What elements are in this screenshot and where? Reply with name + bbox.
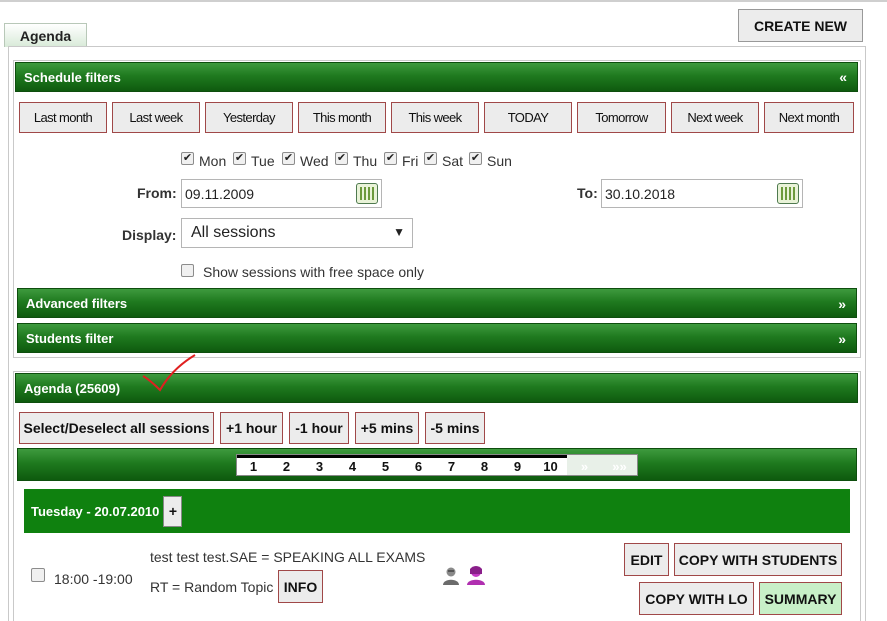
checkbox[interactable]: ✔ — [469, 151, 482, 165]
period-button[interactable]: Last week — [112, 102, 200, 133]
agenda-title: Agenda (25609) — [24, 380, 121, 396]
weekday-checkbox-mon[interactable]: ✔ Mon — [181, 147, 226, 169]
calendar-icon[interactable] — [777, 183, 799, 204]
weekday-checkbox-wed[interactable]: ✔ Wed — [282, 147, 329, 169]
page-link[interactable]: 8 — [468, 455, 501, 475]
pagination: 1 2 3 4 5 6 7 8 9 10»»» — [236, 454, 638, 476]
dropdown-arrow-icon: ▼ — [393, 225, 405, 239]
period-button[interactable]: Last month — [19, 102, 107, 133]
summary-button[interactable]: SUMMARY — [759, 582, 842, 615]
display-select[interactable]: All sessions ▼ — [181, 218, 413, 248]
plus-1-hour-button[interactable]: +1 hour — [220, 412, 283, 444]
day-group-title: Tuesday - 20.07.2010 — [31, 503, 160, 519]
minus-1-hour-button[interactable]: -1 hour — [289, 412, 349, 444]
checkbox[interactable]: ✔ — [335, 151, 348, 165]
checkbox[interactable]: ✔ — [424, 151, 437, 165]
teacher-icon[interactable] — [441, 566, 461, 586]
weekday-checkbox-sun[interactable]: ✔ Sun — [469, 147, 512, 169]
add-session-button[interactable]: + — [163, 495, 183, 527]
copy-with-lo-button[interactable]: COPY WITH LO — [639, 582, 754, 615]
weekday-label: Wed — [300, 153, 329, 169]
schedule-filters-title: Schedule filters — [24, 69, 121, 85]
weekday-checkbox-tue[interactable]: ✔ Tue — [233, 147, 275, 169]
students-filter-header[interactable]: Students filter » — [17, 323, 857, 353]
calendar-icon[interactable] — [356, 183, 378, 204]
period-button[interactable]: Next week — [671, 102, 759, 133]
page-link[interactable]: 4 — [336, 455, 369, 475]
day-group-header: Tuesday - 20.07.2010 + — [24, 489, 850, 533]
edit-button[interactable]: EDIT — [624, 543, 669, 576]
checkbox[interactable]: ✔ — [181, 151, 194, 165]
weekday-checkbox-thu[interactable]: ✔ Thu — [335, 147, 377, 169]
page-link[interactable]: 3 — [303, 455, 336, 475]
from-date-field[interactable]: 09.11.2009 — [181, 179, 382, 208]
weekday-checkbox-sat[interactable]: ✔ Sat — [424, 147, 463, 169]
tab-agenda[interactable]: Agenda — [4, 23, 87, 47]
annotation-checkmark — [142, 354, 196, 392]
period-button[interactable]: TODAY — [484, 102, 572, 133]
collapse-icon[interactable]: « — [839, 69, 847, 85]
session-description: test test test.SAE = SPEAKING ALL EXAMS — [150, 549, 426, 565]
period-button[interactable]: Yesterday — [205, 102, 293, 133]
period-button[interactable]: Tomorrow — [577, 102, 666, 133]
minus-5-mins-button[interactable]: -5 mins — [425, 412, 485, 444]
period-button[interactable]: This month — [298, 102, 386, 133]
weekday-label: Thu — [353, 153, 378, 169]
weekday-label: Sun — [487, 153, 512, 169]
plus-5-mins-button[interactable]: +5 mins — [355, 412, 419, 444]
page-link[interactable]: 5 — [369, 455, 402, 475]
weekday-label: Tue — [251, 153, 275, 169]
checkbox[interactable]: ✔ — [282, 151, 295, 165]
expand-icon[interactable]: » — [838, 331, 846, 347]
page-link[interactable]: 10 — [534, 455, 567, 475]
page-link[interactable]: 1 — [237, 455, 270, 475]
student-icon[interactable] — [465, 565, 487, 586]
free-space-checkbox[interactable] — [181, 263, 194, 277]
to-label: To: — [577, 185, 598, 201]
page-link[interactable]: 7 — [435, 455, 468, 475]
schedule-filters-header[interactable]: Schedule filters « — [15, 62, 858, 92]
to-date-field[interactable]: 30.10.2018 — [601, 179, 803, 208]
from-label: From: — [137, 185, 177, 201]
session-time: 18:00 -19:00 — [54, 571, 133, 587]
page-link[interactable]: 9 — [501, 455, 534, 475]
free-space-checkbox-row[interactable]: Show sessions with free space only — [181, 260, 424, 280]
checkbox[interactable]: ✔ — [384, 151, 397, 165]
weekday-label: Fri — [402, 153, 419, 169]
last-page-link[interactable]: »» — [602, 455, 637, 475]
display-label: Display: — [122, 227, 177, 243]
info-button[interactable]: INFO — [278, 570, 323, 603]
session-topic: RT = Random Topic — [150, 579, 274, 595]
period-button[interactable]: This week — [391, 102, 479, 133]
page-link[interactable]: 2 — [270, 455, 303, 475]
checkbox[interactable]: ✔ — [233, 151, 246, 165]
weekday-checkbox-fri[interactable]: ✔ Fri — [384, 147, 418, 169]
weekday-label: Sat — [442, 153, 464, 169]
advanced-filters-header[interactable]: Advanced filters » — [17, 288, 857, 318]
select-all-sessions-button[interactable]: Select/Deselect all sessions — [19, 412, 214, 444]
session-checkbox[interactable] — [31, 568, 45, 582]
next-page-link[interactable]: » — [567, 455, 602, 475]
period-button[interactable]: Next month — [764, 102, 854, 133]
page-link[interactable]: 6 — [402, 455, 435, 475]
weekday-label: Mon — [199, 153, 227, 169]
expand-icon[interactable]: » — [838, 296, 846, 312]
copy-with-students-button[interactable]: COPY WITH STUDENTS — [674, 543, 842, 576]
create-new-button[interactable]: CREATE NEW — [738, 9, 863, 42]
